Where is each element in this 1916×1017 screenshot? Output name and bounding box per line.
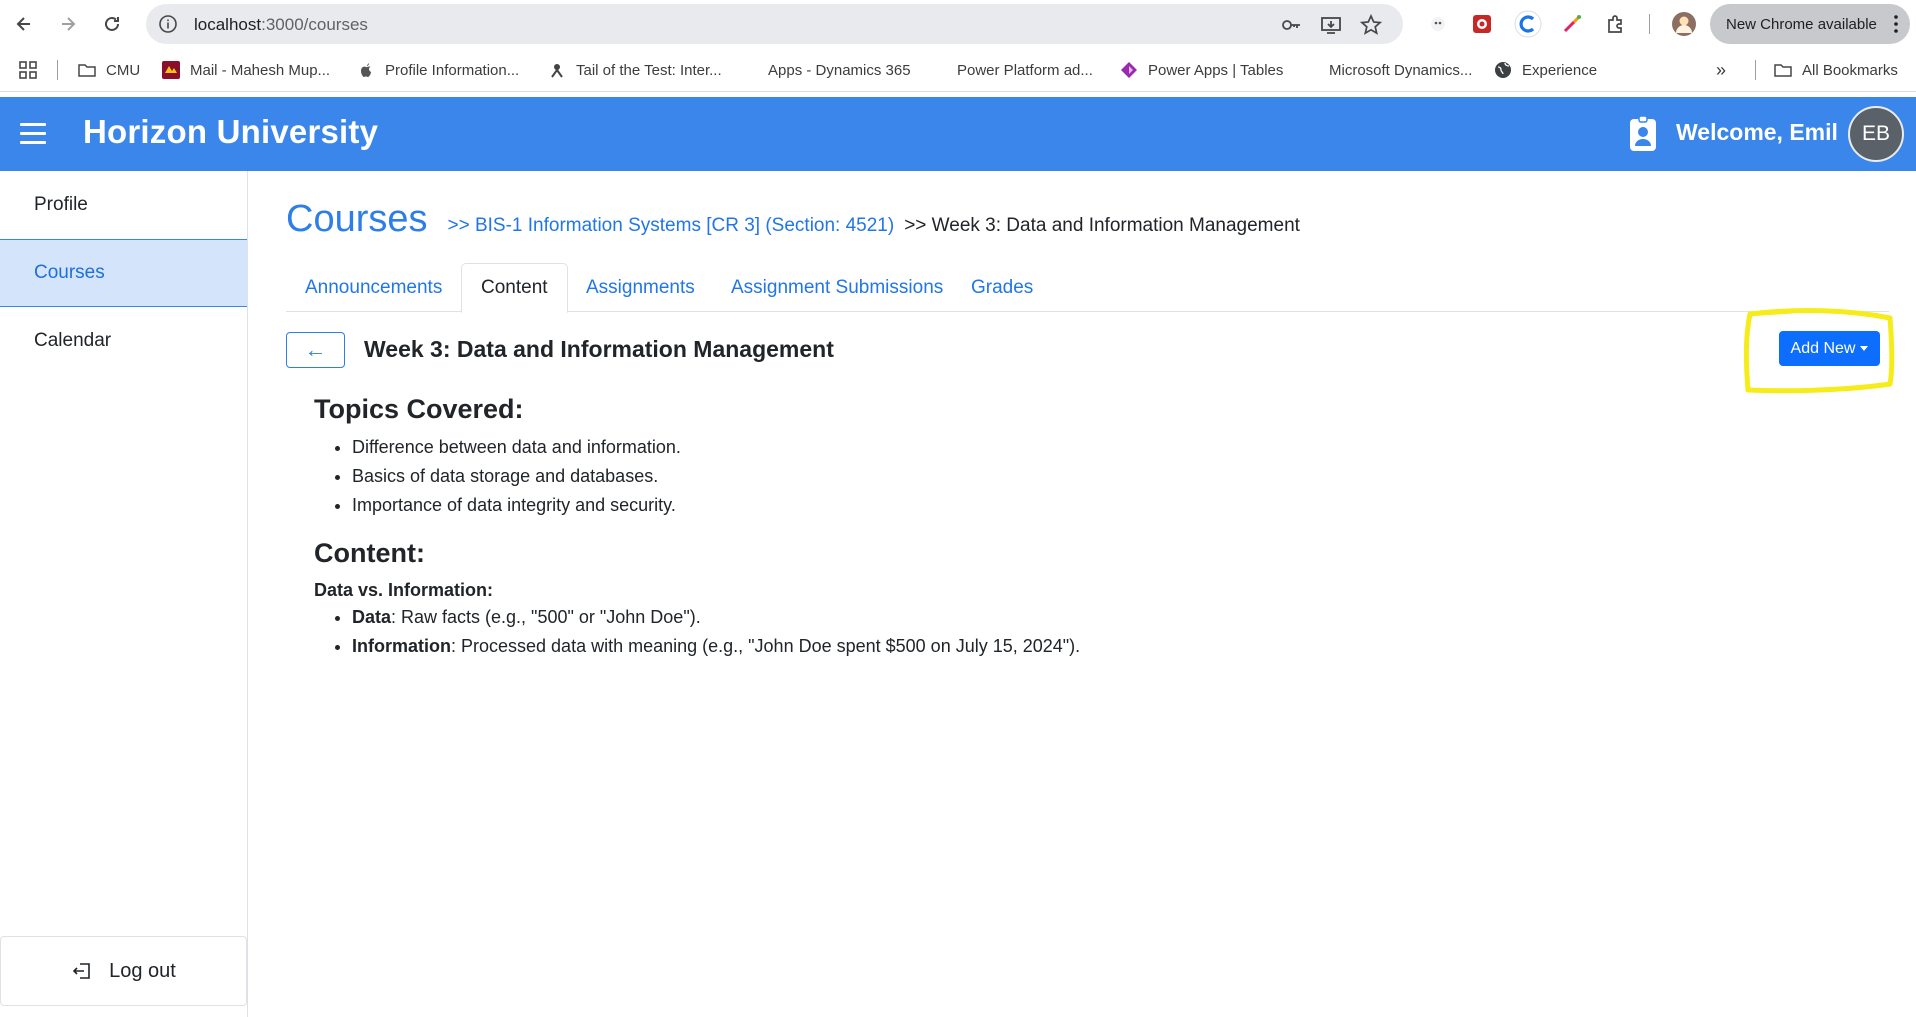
- folder-icon: [1774, 64, 1792, 77]
- sidebar-item-courses[interactable]: Courses: [0, 239, 247, 307]
- breadcrumb-current: >> Week 3: Data and Information Manageme…: [904, 215, 1300, 236]
- back-arrow-icon: ←: [304, 337, 327, 362]
- list-item: Data: Raw facts (e.g., "500" or "John Do…: [352, 603, 1514, 632]
- content-heading: Content:: [314, 538, 425, 568]
- breadcrumb: Courses >> BIS-1 Information Systems [CR…: [286, 198, 1300, 241]
- course-tabs: Announcements Content Assignments Assign…: [286, 263, 1889, 313]
- microsoft-icon: [1301, 61, 1319, 79]
- tab-content[interactable]: Content: [461, 263, 568, 313]
- extensions-puzzle-icon[interactable]: [1604, 12, 1628, 36]
- welcome-text: Welcome, Emil: [1676, 119, 1838, 145]
- toolbar-divider: [1649, 14, 1650, 34]
- bookmark-profile-information[interactable]: Profile Information...: [357, 58, 519, 82]
- topics-list: Difference between data and information.…: [352, 433, 1514, 520]
- bookmarks-divider-2: [1755, 60, 1756, 80]
- sidebar-item-label: Courses: [34, 262, 105, 283]
- power-apps-icon: [1121, 62, 1137, 78]
- browser-toolbar: localhost:3000/courses New Chrome availa…: [0, 0, 1916, 48]
- bookmark-apps-dynamics[interactable]: Apps - Dynamics 365: [740, 58, 911, 82]
- extension-ghost-icon[interactable]: [1426, 12, 1450, 36]
- address-bar[interactable]: localhost:3000/courses: [146, 4, 1403, 44]
- reload-icon[interactable]: [96, 8, 128, 40]
- color-picker-icon[interactable]: [1560, 12, 1584, 36]
- user-avatar[interactable]: EB: [1848, 106, 1904, 162]
- bookmark-mail[interactable]: Mail - Mahesh Mup...: [162, 58, 330, 82]
- forward-icon[interactable]: [52, 8, 84, 40]
- profile-avatar-icon[interactable]: [1671, 11, 1697, 37]
- logout-button[interactable]: Log out: [0, 936, 247, 1006]
- bookmarks-bar: CMU Mail - Mahesh Mup... Profile Informa…: [0, 48, 1916, 92]
- globe-icon: [1495, 62, 1511, 78]
- install-app-icon[interactable]: [1320, 14, 1342, 36]
- bookmark-experience[interactable]: Experience: [1494, 58, 1597, 82]
- definition-text: : Processed data with meaning (e.g., "Jo…: [451, 636, 1081, 656]
- logout-icon: [72, 963, 90, 979]
- bookmarks-divider: [57, 60, 58, 80]
- cmu-mail-icon: [162, 61, 180, 79]
- new-chrome-available-button[interactable]: New Chrome available: [1710, 4, 1910, 44]
- bookmark-power-apps[interactable]: Power Apps | Tables: [1120, 58, 1283, 82]
- sidebar: Profile Courses Calendar Log out: [0, 171, 248, 1017]
- bookmark-cmu[interactable]: CMU: [78, 58, 140, 82]
- url-text[interactable]: localhost:3000/courses: [194, 15, 368, 35]
- definitions-list: Data: Raw facts (e.g., "500" or "John Do…: [352, 603, 1514, 661]
- password-key-icon[interactable]: [1280, 14, 1302, 36]
- definition-term: Information: [352, 636, 451, 656]
- definition-term: Data: [352, 607, 392, 627]
- bookmark-star-icon[interactable]: [1360, 14, 1382, 36]
- app-header: Horizon University Welcome, Emil EB: [0, 97, 1916, 171]
- extension-bug-icon[interactable]: [1470, 12, 1494, 36]
- all-bookmarks[interactable]: All Bookmarks: [1774, 58, 1898, 82]
- hamburger-menu-icon[interactable]: [20, 123, 46, 145]
- tab-assignment-submissions[interactable]: Assignment Submissions: [712, 263, 962, 312]
- test-icon: [551, 64, 563, 78]
- bookmark-tail-of-the-test[interactable]: Tail of the Test: Inter...: [548, 58, 722, 82]
- list-item: Basics of data storage and databases.: [352, 462, 1514, 491]
- breadcrumb-course-link[interactable]: >> BIS-1 Information Systems [CR 3] (Sec…: [448, 215, 895, 237]
- brand-title[interactable]: Horizon University: [83, 113, 378, 151]
- topics-heading: Topics Covered:: [314, 394, 524, 424]
- site-info-icon[interactable]: [158, 14, 178, 34]
- week-content: Topics Covered: Difference between data …: [314, 394, 1514, 661]
- sidebar-item-calendar[interactable]: Calendar: [0, 307, 247, 375]
- sidebar-item-label: Profile: [34, 194, 88, 215]
- list-item: Importance of data integrity and securit…: [352, 491, 1514, 520]
- more-bookmarks-chevron-icon[interactable]: »: [1716, 58, 1726, 82]
- apps-grid-icon[interactable]: [19, 61, 37, 79]
- bookmark-power-platform[interactable]: Power Platform ad...: [929, 58, 1093, 82]
- page-title: Courses: [286, 198, 428, 240]
- microsoft-icon: [929, 61, 947, 79]
- content-subheading: Data vs. Information:: [314, 580, 494, 600]
- sidebar-item-label: Calendar: [34, 330, 112, 351]
- sidebar-item-profile[interactable]: Profile: [0, 171, 247, 239]
- extension-c-icon[interactable]: [1514, 10, 1542, 38]
- id-badge-icon: [1630, 115, 1656, 151]
- back-icon[interactable]: [8, 8, 40, 40]
- folder-icon: [78, 64, 96, 77]
- tab-grades[interactable]: Grades: [952, 263, 1052, 312]
- apple-icon: [361, 63, 371, 77]
- definition-text: : Raw facts (e.g., "500" or "John Doe").: [391, 607, 701, 627]
- tab-announcements[interactable]: Announcements: [286, 263, 461, 312]
- more-menu-icon[interactable]: [1894, 14, 1898, 34]
- back-button[interactable]: ←: [286, 332, 345, 368]
- section-title: Week 3: Data and Information Management: [364, 336, 834, 362]
- microsoft-icon: [740, 61, 758, 79]
- highlight-annotation: [1743, 308, 1895, 394]
- bookmark-microsoft-dynamics[interactable]: Microsoft Dynamics...: [1301, 58, 1472, 82]
- list-item: Difference between data and information.: [352, 433, 1514, 462]
- tab-assignments[interactable]: Assignments: [567, 263, 714, 312]
- list-item: Information: Processed data with meaning…: [352, 632, 1514, 661]
